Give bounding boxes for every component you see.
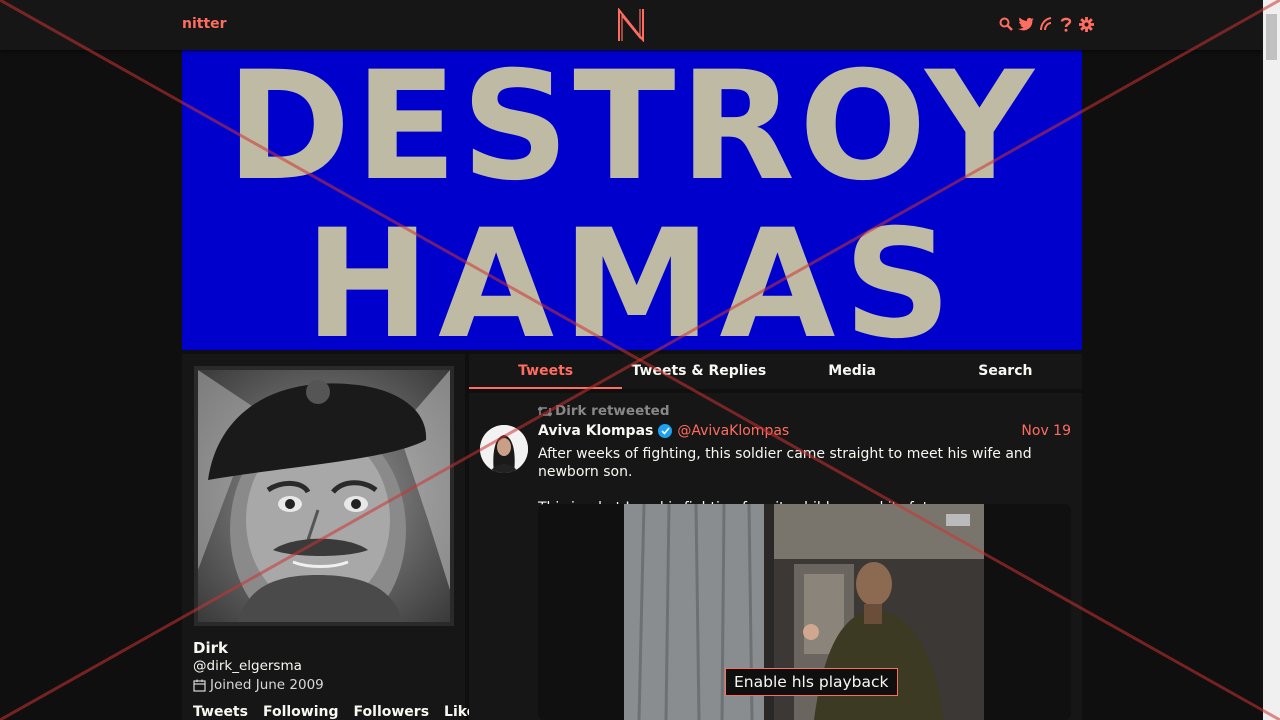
tab-media[interactable]: Media bbox=[776, 354, 929, 389]
nitter-logo-icon[interactable] bbox=[616, 8, 646, 42]
tweet-fullname[interactable]: Aviva Klompas bbox=[538, 423, 653, 439]
profile-joined: Joined June 2009 bbox=[193, 677, 324, 693]
profile-banner[interactable]: DESTROY HAMAS bbox=[182, 50, 1082, 350]
profile-card: Dirk @dirk_elgersma Joined June 2009 Twe… bbox=[182, 354, 485, 720]
calendar-icon bbox=[193, 679, 206, 692]
banner-text-line2: HAMAS bbox=[304, 198, 960, 350]
verified-badge-icon bbox=[658, 424, 673, 438]
stat-following[interactable]: Following bbox=[263, 704, 339, 720]
profile-name[interactable]: Dirk bbox=[193, 639, 228, 657]
nitter-home-link[interactable]: nitter bbox=[182, 16, 227, 32]
timeline-tabs: Tweets Tweets & Replies Media Search bbox=[469, 354, 1082, 389]
profile-stats: Tweets Following Followers Likes bbox=[193, 704, 485, 720]
tab-search[interactable]: Search bbox=[929, 354, 1082, 389]
profile-photo bbox=[198, 370, 450, 622]
rss-icon[interactable] bbox=[1038, 16, 1054, 32]
stat-tweets[interactable]: Tweets bbox=[193, 704, 248, 720]
enable-hls-playback-button[interactable]: Enable hls playback bbox=[725, 668, 898, 696]
joined-date: Joined June 2009 bbox=[210, 677, 324, 693]
search-icon[interactable] bbox=[998, 16, 1014, 32]
tweet-media: Enable hls playback bbox=[538, 504, 1071, 720]
stat-followers[interactable]: Followers bbox=[354, 704, 430, 720]
tweet-text-paragraph-1: After weeks of fighting, this soldier ca… bbox=[538, 446, 1032, 480]
retweet-header: Dirk retweeted bbox=[538, 403, 670, 419]
banner-text-line1: DESTROY bbox=[226, 50, 1038, 214]
tweet-date[interactable]: Nov 19 bbox=[1021, 423, 1071, 439]
retweet-icon bbox=[538, 405, 552, 417]
scrollbar-thumb[interactable] bbox=[1266, 14, 1277, 60]
page-scrollbar[interactable] bbox=[1263, 0, 1280, 720]
retweet-label: Dirk retweeted bbox=[555, 403, 670, 419]
tweet-header: Aviva Klompas @AvivaKlompas bbox=[538, 423, 789, 439]
profile-handle[interactable]: @dirk_elgersma bbox=[193, 658, 302, 674]
tweet-avatar[interactable] bbox=[480, 425, 528, 473]
tab-tweets-replies[interactable]: Tweets & Replies bbox=[622, 354, 775, 389]
profile-avatar[interactable] bbox=[194, 366, 454, 626]
tweet-username[interactable]: @AvivaKlompas bbox=[677, 423, 789, 439]
navbar: nitter bbox=[0, 0, 1263, 50]
tab-tweets[interactable]: Tweets bbox=[469, 354, 623, 389]
settings-icon[interactable] bbox=[1078, 16, 1094, 32]
help-icon[interactable] bbox=[1058, 16, 1074, 32]
twitter-icon[interactable] bbox=[1018, 16, 1034, 32]
timeline: Dirk retweeted Aviva Klompas @AvivaKlomp… bbox=[469, 393, 1082, 720]
nav-icon-group bbox=[998, 16, 1094, 32]
